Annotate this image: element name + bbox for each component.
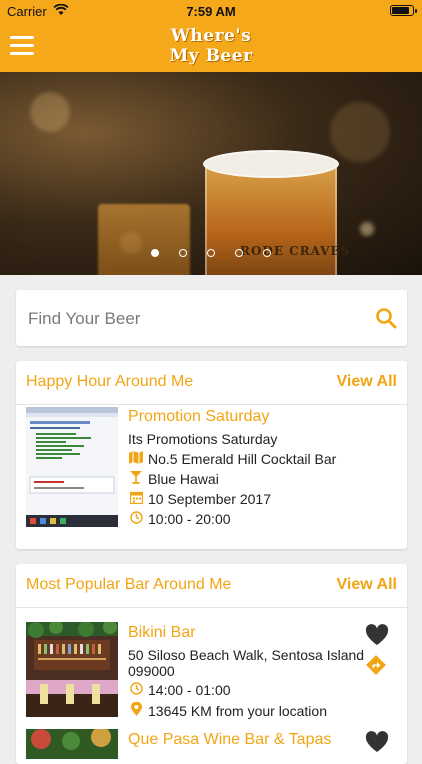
card-header: Most Popular Bar Around Me View All: [26, 576, 397, 598]
bar-thumbnail[interactable]: [26, 729, 118, 759]
battery-level: [392, 7, 410, 14]
carousel-dot[interactable]: [151, 249, 159, 257]
location-pin-icon: [128, 701, 144, 719]
app-header: Where's My Beer: [0, 22, 422, 72]
card-header: Happy Hour Around Me View All: [26, 373, 397, 395]
search-input[interactable]: [26, 300, 360, 338]
popular-bars-card: Most Popular Bar Around Me View All Biki…: [16, 564, 407, 764]
bar-address-line-2: 099000: [128, 663, 175, 679]
view-all-button[interactable]: View All: [337, 576, 397, 594]
directions-icon[interactable]: [365, 654, 387, 676]
promotion-title[interactable]: Promotion Saturday: [128, 408, 269, 426]
happy-hour-card: Happy Hour Around Me View All Promotion …: [16, 361, 407, 549]
clock-icon: [128, 511, 144, 527]
carousel-dot[interactable]: [179, 249, 187, 257]
promotion-date: 10 September 2017: [148, 491, 271, 507]
logo-line-2: My Beer: [169, 46, 253, 66]
bar-name[interactable]: Bikini Bar: [128, 624, 196, 642]
battery-icon: [390, 5, 417, 16]
heart-icon[interactable]: [365, 624, 389, 646]
clock-icon: [128, 682, 144, 698]
carousel-dot[interactable]: [263, 249, 271, 257]
cocktail-icon: [128, 471, 144, 487]
map-icon: [128, 451, 144, 467]
date-row: 10 September 2017: [128, 491, 271, 507]
drink-name: Blue Hawai: [148, 471, 219, 487]
drink-row: Blue Hawai: [128, 471, 219, 487]
promotion-thumbnail[interactable]: [26, 407, 118, 527]
search-icon[interactable]: [375, 307, 397, 329]
promotion-hours: 10:00 - 20:00: [148, 511, 231, 527]
venue-name: No.5 Emerald Hill Cocktail Bar: [148, 451, 337, 467]
bar-name[interactable]: Que Pasa Wine Bar & Tapas: [128, 731, 331, 749]
bar-thumbnail[interactable]: [26, 622, 118, 717]
carousel-dot[interactable]: [235, 249, 243, 257]
hours-row: 10:00 - 20:00: [128, 511, 231, 527]
divider: [16, 404, 407, 405]
bar-address-line-1: 50 Siloso Beach Walk, Sentosa Island: [128, 647, 365, 663]
bar-hours-row: 14:00 - 01:00: [128, 682, 231, 698]
view-all-button[interactable]: View All: [337, 373, 397, 391]
section-title: Most Popular Bar Around Me: [26, 576, 232, 593]
bar-distance-row: 13645 KM from your location: [128, 701, 327, 719]
hero-carousel[interactable]: RODE CRAVES: [0, 72, 422, 275]
carousel-indicators: [0, 244, 422, 262]
calendar-icon: [128, 491, 144, 507]
app-logo: Where's My Beer: [0, 26, 422, 66]
venue-row: No.5 Emerald Hill Cocktail Bar: [128, 451, 336, 467]
beer-foam: [203, 150, 339, 178]
promotion-subtitle: Its Promotions Saturday: [128, 431, 278, 447]
status-bar: Carrier 7:59 AM: [0, 0, 422, 22]
carousel-dot[interactable]: [207, 249, 215, 257]
clock-time: 7:59 AM: [186, 4, 236, 19]
divider: [16, 607, 407, 608]
logo-line-1: Where's: [170, 26, 252, 46]
beer-glass-background: [98, 204, 190, 275]
section-title: Happy Hour Around Me: [26, 373, 194, 390]
bar-hours: 14:00 - 01:00: [148, 682, 231, 698]
bar-distance: 13645 KM from your location: [148, 703, 327, 719]
search-bar: [16, 290, 407, 346]
